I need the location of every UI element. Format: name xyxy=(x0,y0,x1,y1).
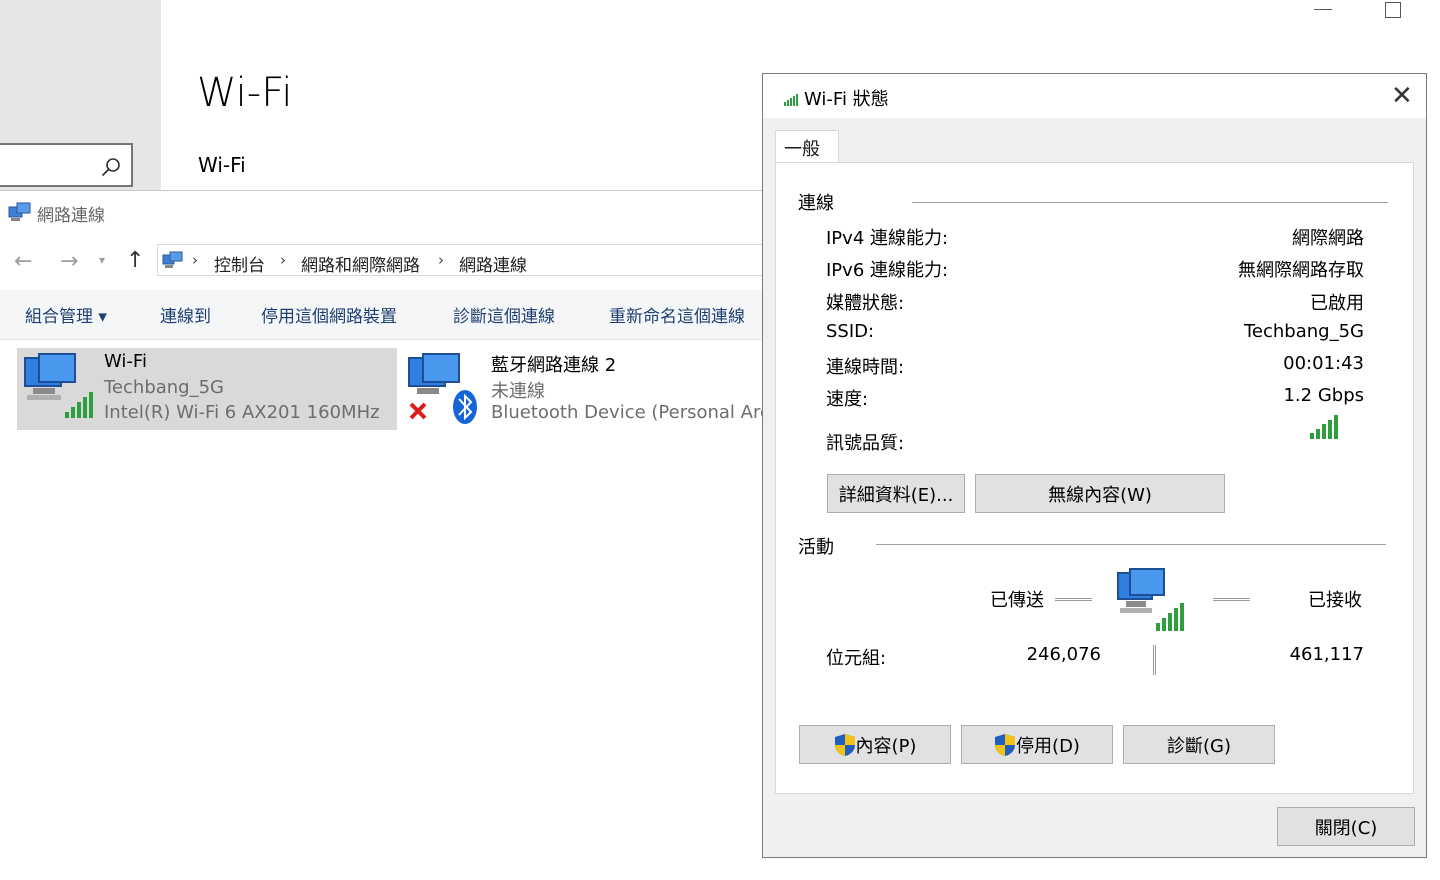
connect-to-button[interactable]: 連線到 xyxy=(160,302,211,327)
received-line xyxy=(1213,598,1250,601)
field-label: SSID: xyxy=(826,321,875,342)
diagnose-connection-button[interactable]: 診斷這個連線 xyxy=(453,302,555,327)
sent-line xyxy=(1055,598,1092,601)
maximize-button[interactable] xyxy=(1385,2,1401,18)
field-value: 00:01:43 xyxy=(1283,353,1364,374)
settings-search-box[interactable] xyxy=(0,143,133,187)
dialog-title: Wi-Fi 狀態 xyxy=(804,89,889,110)
activity-group-title: 活動 xyxy=(798,537,834,558)
settings-page-title: Wi-Fi xyxy=(197,70,293,116)
properties-button[interactable]: 內容(P) xyxy=(799,725,951,764)
wifi-status-dialog: Wi-Fi 狀態 ✕ 連線 IPv4 連線能力: 網際網路 IPv6 連線能力:… xyxy=(762,73,1427,858)
field-label: IPv4 連線能力: xyxy=(826,228,949,249)
organize-menu-button[interactable]: 組合管理 ▾ xyxy=(25,302,107,327)
sent-label: 已傳送 xyxy=(990,590,1044,611)
item-device: Bluetooth Device (Personal Are. xyxy=(491,402,777,423)
field-value: 網際網路 xyxy=(1292,228,1364,249)
settings-section-title: Wi-Fi xyxy=(198,153,246,177)
bluetooth-adapter-icon xyxy=(408,353,477,424)
item-name: 藍牙網路連線 2 xyxy=(491,355,617,376)
network-activity-icon xyxy=(1117,568,1184,631)
chevron-right-icon: › xyxy=(192,251,198,269)
search-icon xyxy=(101,158,120,177)
group-divider xyxy=(876,544,1386,545)
diagnose-button[interactable]: 診斷(G) xyxy=(1123,725,1275,764)
item-status: Techbang_5G xyxy=(104,377,225,398)
disable-button-label: 停用(D) xyxy=(1016,735,1080,757)
breadcrumb-control-panel[interactable]: 控制台 xyxy=(214,251,265,276)
tab-general-label: 一般 xyxy=(784,139,820,160)
field-value: Techbang_5G xyxy=(1243,321,1364,342)
breadcrumb-network-connections[interactable]: 網路連線 xyxy=(459,251,527,276)
received-label: 已接收 xyxy=(1308,590,1362,611)
field-value: 1.2 Gbps xyxy=(1283,385,1364,406)
uac-shield-icon xyxy=(995,733,1016,756)
close-button[interactable]: 關閉(C) xyxy=(1277,807,1415,846)
field-label: 速度: xyxy=(826,389,869,410)
activity-separator xyxy=(1153,645,1156,675)
disable-button[interactable]: 停用(D) xyxy=(961,725,1113,764)
signal-quality-icon xyxy=(1310,415,1338,439)
general-tab-panel: 連線 IPv4 連線能力: 網際網路 IPv6 連線能力: 無網際網路存取 媒體… xyxy=(775,162,1414,794)
forward-arrow-icon[interactable]: → xyxy=(60,249,78,274)
close-icon[interactable]: ✕ xyxy=(1391,83,1413,109)
control-panel-icon xyxy=(162,251,183,268)
properties-button-label: 內容(P) xyxy=(855,735,917,757)
signal-strength-icon xyxy=(784,94,798,106)
connection-group-title: 連線 xyxy=(798,193,834,214)
chevron-down-icon[interactable]: ▾ xyxy=(99,253,105,267)
list-item-wifi[interactable]: Wi-Fi Techbang_5G Intel(R) Wi-Fi 6 AX201… xyxy=(17,348,397,430)
field-label: 媒體狀態: xyxy=(826,293,905,314)
dialog-titlebar: Wi-Fi 狀態 ✕ xyxy=(763,74,1426,118)
network-folder-icon xyxy=(8,202,31,221)
minimize-button[interactable] xyxy=(1314,9,1332,10)
address-bar[interactable]: › 控制台 › 網路和網際網路 › 網路連線 xyxy=(157,244,857,276)
rename-connection-button[interactable]: 重新命名這個連線 xyxy=(609,302,745,327)
details-button[interactable]: 詳細資料(E)... xyxy=(827,474,965,513)
group-divider xyxy=(912,202,1388,203)
wifi-adapter-icon xyxy=(24,353,93,418)
bytes-sent-value: 246,076 xyxy=(1026,644,1101,665)
field-label: IPv6 連線能力: xyxy=(826,260,949,281)
item-device: Intel(R) Wi-Fi 6 AX201 160MHz xyxy=(104,402,380,423)
field-value: 已啟用 xyxy=(1310,293,1364,314)
tab-general[interactable]: 一般 xyxy=(775,130,839,162)
bytes-received-value: 461,117 xyxy=(1289,644,1364,665)
item-name: Wi-Fi xyxy=(104,351,147,372)
up-arrow-icon[interactable]: ↑ xyxy=(126,248,144,273)
chevron-right-icon: › xyxy=(280,251,286,269)
chevron-right-icon: › xyxy=(438,251,444,269)
list-item-bluetooth[interactable]: 藍牙網路連線 2 未連線 Bluetooth Device (Personal … xyxy=(405,348,777,430)
back-arrow-icon[interactable]: ← xyxy=(14,249,32,274)
field-label: 連線時間: xyxy=(826,357,905,378)
disable-device-button[interactable]: 停用這個網路裝置 xyxy=(261,302,397,327)
wireless-properties-button[interactable]: 無線內容(W) xyxy=(975,474,1225,513)
uac-shield-icon xyxy=(834,733,855,756)
bytes-label: 位元組: xyxy=(826,648,887,669)
field-value: 無網際網路存取 xyxy=(1238,260,1364,281)
item-status: 未連線 xyxy=(491,381,545,402)
signal-quality-label: 訊號品質: xyxy=(826,433,905,454)
window-title: 網路連線 xyxy=(37,206,105,226)
breadcrumb-network-internet[interactable]: 網路和網際網路 xyxy=(301,251,420,276)
